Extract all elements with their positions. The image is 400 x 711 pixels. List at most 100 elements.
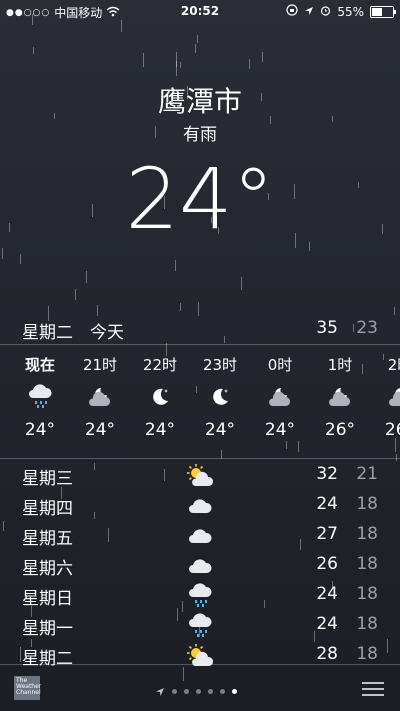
day-low: 18 xyxy=(356,494,378,514)
raindrop xyxy=(195,44,196,53)
hourly-item: 0时 24° xyxy=(250,348,310,440)
location-arrow-icon xyxy=(304,5,314,19)
hour-temperature: 24° xyxy=(264,420,296,440)
moon-cloud-icon xyxy=(250,380,310,414)
day-high: 24 xyxy=(316,614,338,634)
hour-label: 2时 xyxy=(387,356,400,374)
battery-icon xyxy=(370,5,396,18)
moon-cloud-icon xyxy=(310,380,370,414)
battery-percent: 55% xyxy=(337,4,364,19)
hour-temperature: 24° xyxy=(204,420,236,440)
weather-condition: 有雨 xyxy=(183,125,217,145)
raindrop xyxy=(387,639,388,653)
raindrop xyxy=(86,271,87,283)
day-low: 18 xyxy=(356,584,378,604)
day-name: 星期三 xyxy=(22,469,73,489)
day-low: 21 xyxy=(356,464,378,484)
daily-row: 星期一 24 18 xyxy=(22,612,378,642)
sun-cloud-icon xyxy=(182,462,218,490)
hourly-item: 22时 24° xyxy=(130,348,190,440)
cloud-icon xyxy=(182,522,218,550)
divider xyxy=(0,458,400,459)
raindrop xyxy=(241,277,242,290)
hour-label: 现在 xyxy=(24,356,55,374)
day-high: 24 xyxy=(316,584,338,604)
raindrop xyxy=(2,248,3,259)
daily-row: 星期五 27 18 xyxy=(22,522,378,552)
daily-row: 星期日 24 18 xyxy=(22,582,378,612)
hour-label: 21时 xyxy=(82,356,118,374)
raindrop xyxy=(20,254,21,264)
daily-row: 星期三 32 21 xyxy=(22,462,378,492)
hourly-item: 2时 26° xyxy=(370,348,400,440)
page-dot[interactable] xyxy=(172,689,177,694)
raindrop xyxy=(176,52,177,67)
day-low: 18 xyxy=(356,524,378,544)
raindrop xyxy=(175,260,176,271)
page-dot[interactable] xyxy=(184,689,189,694)
rotation-lock-icon xyxy=(286,4,298,19)
day-high: 27 xyxy=(316,524,338,544)
hour-label: 1时 xyxy=(327,356,353,374)
moon-icon xyxy=(190,380,250,414)
hourly-forecast[interactable]: 现在 24° 21时 24° 22时 24° 23时 24° 0时 24° 1时 26° 2时 26° xyxy=(0,348,400,458)
raindrop xyxy=(143,53,144,67)
day-name: 星期一 xyxy=(22,619,73,639)
cloud-icon xyxy=(182,492,218,520)
raindrop xyxy=(198,302,199,316)
daily-row: 星期六 26 18 xyxy=(22,552,378,582)
cloud-icon xyxy=(182,552,218,580)
hourly-item: 1时 26° xyxy=(310,348,370,440)
today-label: 今天 xyxy=(90,323,124,343)
divider xyxy=(0,344,400,345)
today-summary: 星期二 今天 35 23 xyxy=(22,318,378,343)
current-temperature: 24° xyxy=(125,150,275,248)
hourly-item: 21时 24° xyxy=(70,348,130,440)
alarm-icon xyxy=(320,5,331,19)
raindrop xyxy=(176,61,177,76)
hour-label: 0时 xyxy=(267,356,293,374)
daily-row: 星期四 24 18 xyxy=(22,492,378,522)
today-high: 35 xyxy=(316,318,338,338)
day-name: 星期日 xyxy=(22,589,73,609)
moon-cloud-icon xyxy=(70,380,130,414)
weather-channel-logo[interactable]: The Weather Channel xyxy=(14,676,41,700)
hour-temperature: 24° xyxy=(84,420,116,440)
page-dot[interactable] xyxy=(196,689,201,694)
raindrop xyxy=(394,307,395,315)
today-low: 23 xyxy=(356,318,378,338)
hourly-item: 现在 24° xyxy=(10,348,70,440)
hour-temperature: 24° xyxy=(144,420,176,440)
hour-temperature: 24° xyxy=(24,420,56,440)
moon-icon xyxy=(130,380,190,414)
moon-cloud-icon xyxy=(370,380,400,414)
day-high: 32 xyxy=(316,464,338,484)
page-dot[interactable] xyxy=(232,689,237,694)
today-day: 星期二 xyxy=(22,323,73,343)
page-dot[interactable] xyxy=(208,689,213,694)
rain-cloud-icon xyxy=(10,380,70,414)
day-low: 18 xyxy=(356,644,378,664)
hour-label: 23时 xyxy=(202,356,238,374)
raindrop xyxy=(97,305,98,316)
status-bar: ●●○○○ 中国移动 20:52 55% xyxy=(0,0,400,22)
day-name: 星期五 xyxy=(22,529,73,549)
divider xyxy=(0,664,400,665)
page-indicator[interactable] xyxy=(155,682,237,701)
raindrop xyxy=(3,521,4,531)
day-low: 18 xyxy=(356,554,378,574)
raindrop xyxy=(262,52,263,62)
raindrop xyxy=(180,62,181,68)
day-name: 星期四 xyxy=(22,499,73,519)
city-name: 鹰潭市 xyxy=(157,85,242,118)
rain-cloud-icon xyxy=(182,582,218,610)
page-dot[interactable] xyxy=(220,689,225,694)
raindrop xyxy=(180,303,181,311)
hour-temperature: 26° xyxy=(384,420,400,440)
raindrop xyxy=(249,59,250,69)
hour-label: 22时 xyxy=(142,356,178,374)
list-icon[interactable] xyxy=(362,678,384,700)
raindrop xyxy=(75,289,76,300)
day-high: 28 xyxy=(316,644,338,664)
raindrop xyxy=(20,647,21,662)
